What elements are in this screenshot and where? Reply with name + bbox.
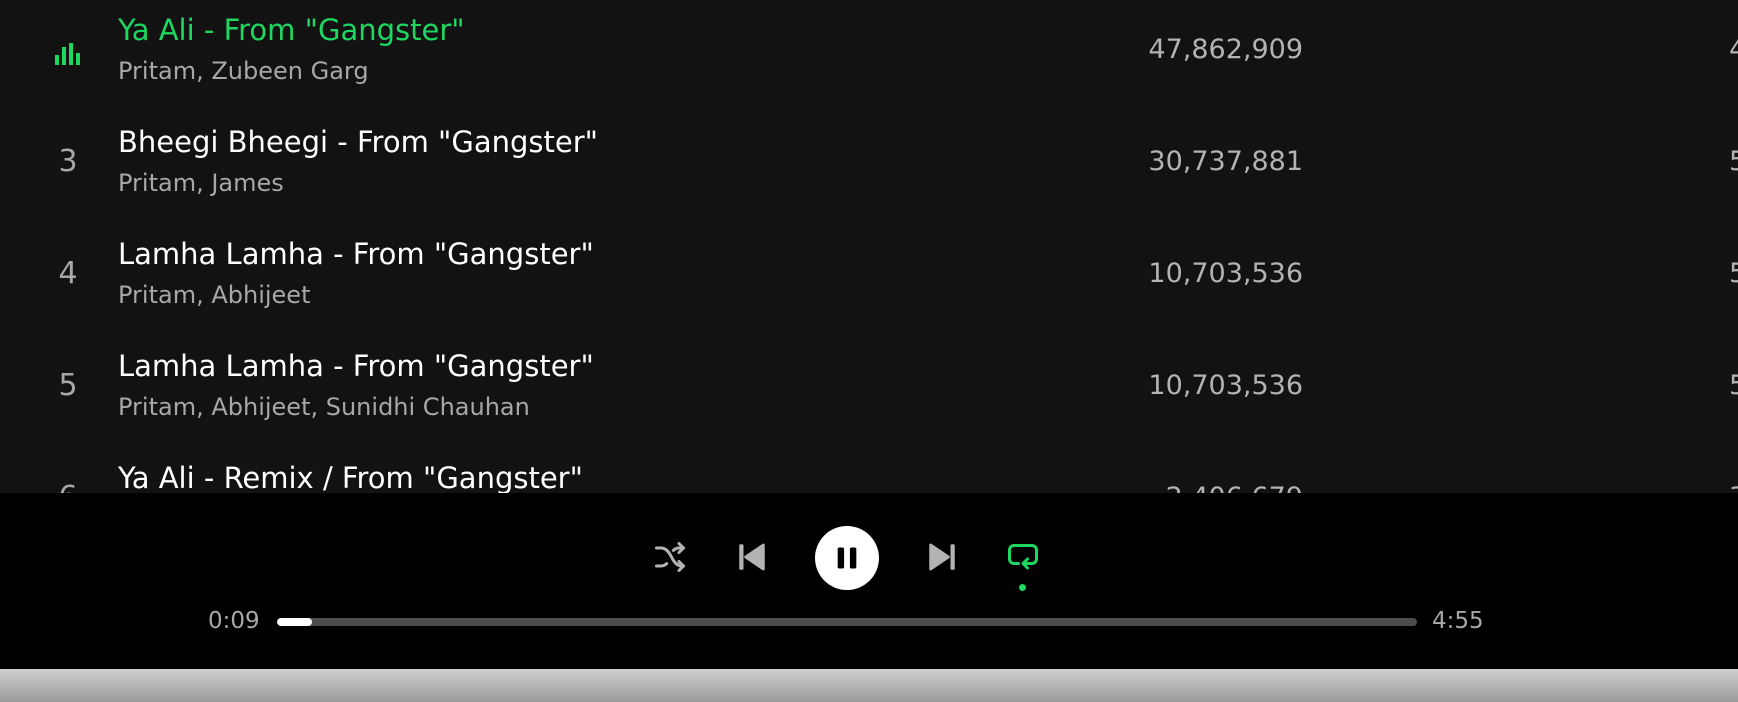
track-title[interactable]: Lamha Lamha - From "Gangster" [118, 237, 594, 271]
track-duration: 4 [1729, 34, 1738, 65]
track-play-count: 10,703,536 [1148, 258, 1303, 289]
track-number: 4 [58, 256, 78, 291]
track-title[interactable]: Lamha Lamha - From "Gangster" [118, 349, 594, 383]
track-duration: 5 [1729, 146, 1738, 177]
track-artists[interactable]: Pritam, Abhijeet, Sunidhi Chauhan [118, 393, 530, 421]
track-duration: 3 [1729, 482, 1738, 493]
track-play-count: 30,737,881 [1148, 146, 1303, 177]
elapsed-time: 0:09 [208, 608, 260, 634]
track-duration: 5 [1729, 258, 1738, 289]
previous-button[interactable] [732, 537, 772, 577]
track-artists[interactable]: Pritam, James [118, 169, 284, 197]
track-row[interactable]: Ya Ali - From "Gangster" Pritam, Zubeen … [0, 0, 1738, 111]
skip-previous-icon [735, 540, 769, 574]
pause-icon [833, 544, 861, 572]
repeat-icon [1005, 538, 1041, 574]
track-number: 5 [58, 368, 78, 403]
repeat-active-indicator [1019, 584, 1026, 591]
window-bottom-edge [0, 669, 1738, 702]
track-play-count: 47,862,909 [1148, 34, 1303, 65]
track-number: 6 [40, 480, 96, 493]
track-artists[interactable]: Pritam, Zubeen Garg [118, 57, 369, 85]
equalizer-icon [55, 41, 81, 65]
progress-bar[interactable] [277, 618, 1417, 626]
total-time: 4:55 [1432, 608, 1484, 634]
track-title[interactable]: Ya Ali - Remix / From "Gangster" [118, 461, 583, 493]
repeat-button[interactable] [1003, 536, 1043, 576]
playback-controls [0, 524, 1738, 592]
track-play-count: 2,406,679 [1166, 482, 1303, 493]
track-row[interactable]: 5 Lamha Lamha - From "Gangster" Pritam, … [0, 335, 1738, 447]
track-row[interactable]: 3 Bheegi Bheegi - From "Gangster" Pritam… [0, 111, 1738, 223]
track-list: Ya Ali - From "Gangster" Pritam, Zubeen … [0, 0, 1738, 493]
shuffle-button[interactable] [650, 537, 690, 577]
track-play-count: 10,703,536 [1148, 370, 1303, 401]
track-row[interactable]: 4 Lamha Lamha - From "Gangster" Pritam, … [0, 223, 1738, 335]
player-bar: 0:09 4:55 [0, 493, 1738, 669]
track-artists[interactable]: Pritam, Abhijeet [118, 281, 310, 309]
next-button[interactable] [922, 537, 962, 577]
pause-button[interactable] [815, 526, 879, 590]
progress-fill [277, 618, 312, 626]
track-row[interactable]: 6 Ya Ali - Remix / From "Gangster" 2,406… [0, 447, 1738, 493]
skip-next-icon [925, 540, 959, 574]
track-title[interactable]: Bheegi Bheegi - From "Gangster" [118, 125, 598, 159]
track-title[interactable]: Ya Ali - From "Gangster" [118, 13, 465, 47]
app-window: Ya Ali - From "Gangster" Pritam, Zubeen … [0, 0, 1738, 702]
shuffle-icon [652, 539, 688, 575]
track-number: 3 [58, 144, 78, 179]
track-duration: 5 [1729, 370, 1738, 401]
